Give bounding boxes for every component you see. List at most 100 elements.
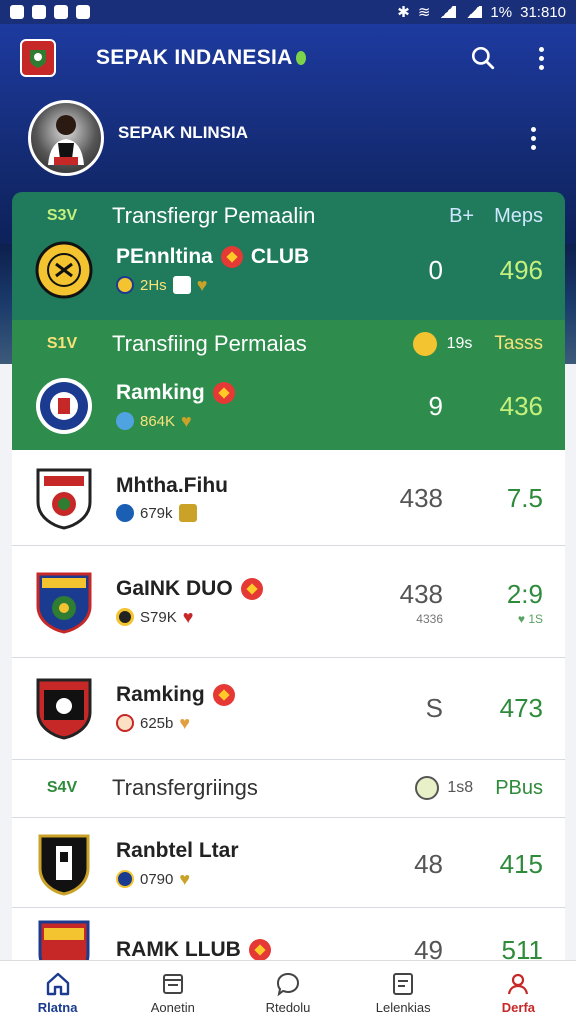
- club-stat-right: 473: [499, 692, 543, 723]
- club-name: RAMK LLUB: [116, 938, 373, 962]
- profile-row[interactable]: SEPAK NLINSIA: [28, 98, 548, 178]
- section-label: Meps: [494, 204, 543, 227]
- section-label: PBus: [495, 776, 543, 799]
- club-crest-icon: [34, 676, 94, 740]
- club-crest-icon: [34, 466, 94, 530]
- download-icon: [54, 5, 68, 19]
- club-row[interactable]: PEnnltina CLUB 2Hs ♥ 0 496: [12, 230, 565, 310]
- avatar[interactable]: [28, 100, 104, 176]
- club-stat-left: 9: [428, 390, 443, 421]
- fans-icon: [116, 504, 134, 522]
- fans-icon: [116, 714, 134, 732]
- chat-icon: [276, 972, 300, 997]
- club-followers: 864K: [140, 412, 176, 430]
- club-row[interactable]: Mhtha.Fihu 679k 438 7.5: [12, 458, 565, 538]
- search-button[interactable]: [468, 43, 498, 73]
- nav-label: Aonetin: [150, 1000, 195, 1015]
- profile-more-button[interactable]: [518, 123, 548, 153]
- club-crest-icon: [34, 570, 94, 634]
- profile-name: SEPAK NLINSIA: [118, 123, 249, 142]
- nav-item-home[interactable]: Rlatna: [0, 961, 115, 1024]
- section-header-row: S4V Transfergriings 1s8 PBus: [12, 760, 565, 818]
- club-row[interactable]: Ramking 864K ♥ 9 436: [12, 366, 565, 446]
- club-followers: 2Hs: [140, 276, 167, 294]
- list-item[interactable]: S3V Transfiergr Pemaalin B+ Meps PEnnlti…: [12, 192, 565, 320]
- club-stat-right: 436: [499, 390, 543, 421]
- signal-icon: [438, 6, 457, 18]
- profile-icon: [508, 973, 529, 995]
- list-item[interactable]: Ramking 625b ♥ S 473: [12, 658, 565, 760]
- bluetooth-icon: ✱: [397, 4, 410, 21]
- app-title: SEPAK INDANESIA: [96, 46, 306, 70]
- club-name: Ranbtel Ltar: [116, 838, 239, 862]
- nav-item-standings[interactable]: Lelenkias: [346, 961, 461, 1024]
- battery-percent: 1%: [490, 3, 513, 21]
- nav-label: Rtedolu: [265, 1000, 311, 1015]
- club-stat-right: 415: [499, 848, 543, 879]
- section-stat: 1s8: [447, 779, 474, 796]
- list-icon: [393, 973, 414, 995]
- nav-item-schedule[interactable]: Aonetin: [115, 961, 230, 1024]
- smiley-icon: [415, 776, 440, 800]
- nav-label: Lelenkias: [375, 1000, 431, 1015]
- smiley-icon: [412, 332, 437, 356]
- section-label: Tasss: [494, 333, 543, 354]
- fans-icon: [116, 608, 134, 626]
- heart-icon[interactable]: ♥: [197, 275, 208, 296]
- section-stat: 19s: [446, 335, 473, 352]
- club-badge-icon: [220, 245, 243, 268]
- club-followers: S79K: [140, 608, 177, 626]
- heart-icon[interactable]: ♥: [183, 607, 194, 628]
- nav-item-profile[interactable]: Derfa: [461, 961, 576, 1024]
- club-name: Mhtha.Fihu: [116, 474, 228, 497]
- nav-label: Derfa: [501, 1000, 536, 1015]
- title-mark-icon: [295, 51, 306, 66]
- heart-icon[interactable]: ♥: [179, 869, 190, 890]
- clock: 31:810: [520, 3, 566, 21]
- ranking-list: S3V Transfiergr Pemaalin B+ Meps PEnnlti…: [12, 192, 565, 982]
- club-name: GaINK DUO: [116, 577, 373, 601]
- club-badge-icon: [212, 381, 235, 404]
- club-stat-right: 2:9 ♥ 1S: [506, 578, 543, 626]
- app-logo[interactable]: [20, 39, 56, 77]
- heart-icon[interactable]: ♥: [179, 713, 190, 734]
- club-stat-left: 438: [399, 482, 443, 513]
- club-row[interactable]: Ranbtel Ltar 0790 ♥ 48 415: [12, 824, 565, 904]
- club-row[interactable]: Ramking 625b ♥ S 473: [12, 668, 565, 748]
- section-stat: B+: [449, 204, 475, 227]
- section-code: S3V: [46, 207, 78, 224]
- club-stat-left: S: [425, 692, 443, 723]
- club-name: Ramking: [116, 683, 373, 707]
- search-icon: [471, 46, 495, 70]
- player-icon: [48, 115, 84, 165]
- club-stat-left: 0: [428, 254, 443, 285]
- list-item[interactable]: S1V Transfiing Permaias 19s Tasss Ramkin…: [12, 320, 565, 450]
- more-options-button[interactable]: [526, 43, 556, 73]
- app-bar: SEPAK INDANESIA: [0, 24, 576, 92]
- list-item[interactable]: GaINK DUO S79K ♥ 438 4336 2:9 ♥ 1S: [12, 546, 565, 658]
- calendar-icon: [162, 974, 183, 994]
- club-row[interactable]: GaINK DUO S79K ♥ 438 4336 2:9 ♥ 1S: [12, 562, 565, 642]
- list-item[interactable]: Ranbtel Ltar 0790 ♥ 48 415: [12, 818, 565, 908]
- club-crest-icon: [34, 238, 94, 302]
- fans-icon: [116, 276, 134, 294]
- nav-label: Rlatna: [37, 1000, 78, 1015]
- section-title: Transfiergr Pemaalin: [112, 203, 316, 228]
- heart-icon[interactable]: ♥: [181, 411, 192, 432]
- club-badge-icon: [248, 939, 271, 961]
- club-followers: 679k: [140, 504, 173, 522]
- nav-item-chat[interactable]: Rtedolu: [230, 961, 345, 1024]
- club-followers: 625b: [140, 714, 174, 732]
- club-name: PEnnltina CLUB: [116, 244, 310, 268]
- club-stat-left: 48: [414, 848, 443, 879]
- kit-icon: [172, 276, 191, 294]
- list-item[interactable]: Mhtha.Fihu 679k 438 7.5: [12, 450, 565, 546]
- section-code: S4V: [46, 779, 78, 796]
- fans-icon: [116, 870, 134, 888]
- fans-icon: [116, 412, 134, 430]
- more-vertical-icon: [530, 126, 536, 150]
- status-bar: ✱ ≋ 1% 31:810: [0, 0, 576, 24]
- section-header: S4V Transfergriings 1s8 PBus: [12, 764, 565, 812]
- wifi-icon: ≋: [417, 4, 431, 21]
- club-stat-right: 496: [499, 254, 543, 285]
